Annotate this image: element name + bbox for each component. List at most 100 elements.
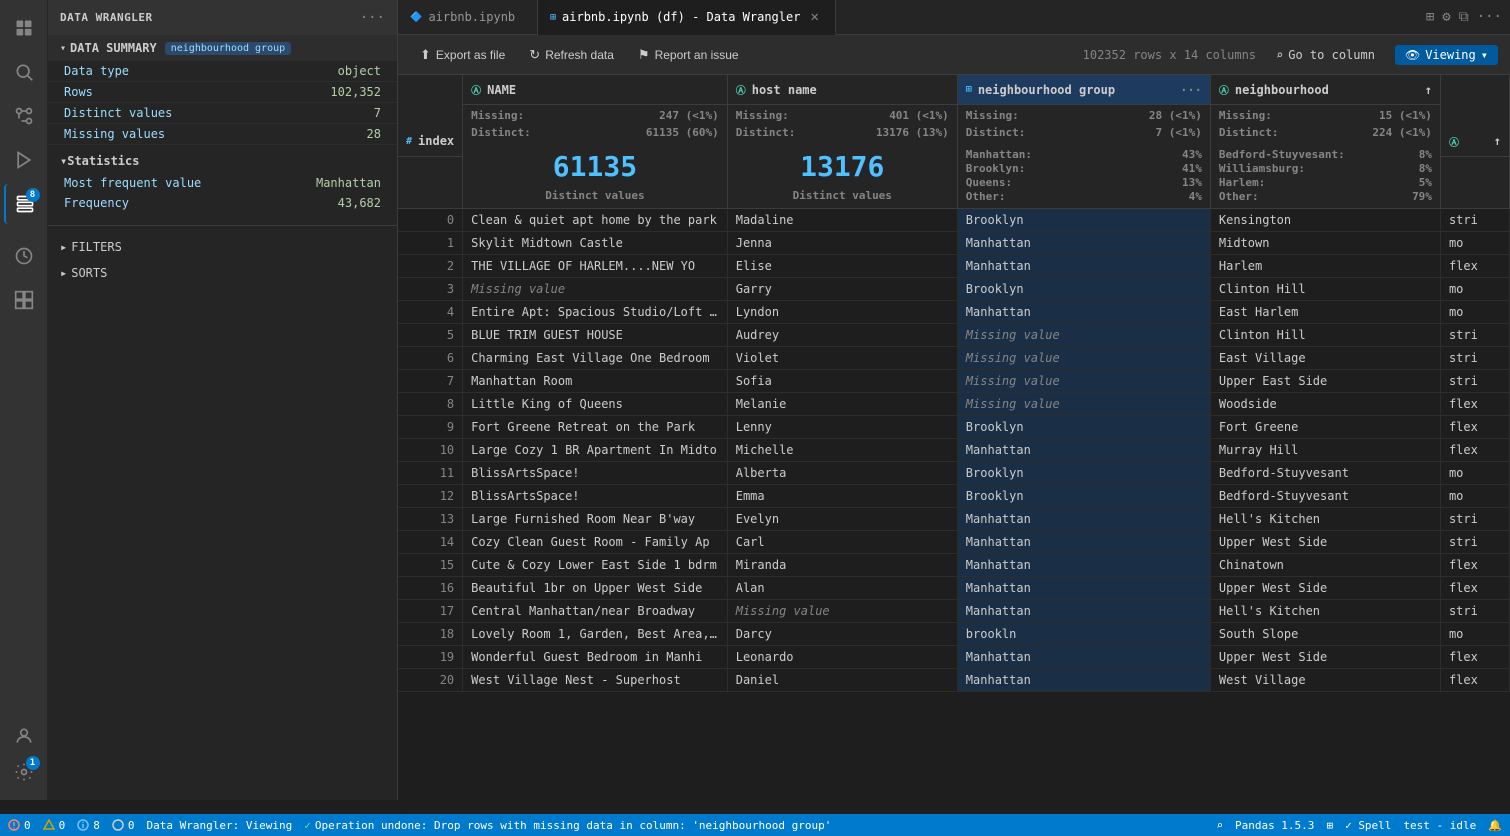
table-row[interactable]: 7Manhattan RoomSofiaMissing valueUpper E… [398, 370, 1510, 393]
name-distinct-val: 61135 (60%) [646, 125, 719, 142]
col-header-name[interactable]: Ⓐ NAME Missing: 247 (<1%) Distinct: 6113… [463, 75, 728, 209]
table-row[interactable]: 18Lovely Room 1, Garden, Best Area, LDar… [398, 623, 1510, 646]
cell-extra: mo [1440, 623, 1509, 646]
export-button[interactable]: ⬆ Export as file [410, 43, 515, 67]
most-freq-row: Most frequent value Manhattan [48, 173, 397, 193]
col-type-name-icon: Ⓐ [471, 82, 481, 97]
goto-col-button[interactable]: ⌕ Go to column [1268, 45, 1383, 65]
cell-ng: Manhattan [957, 600, 1210, 623]
status-no-tests[interactable]: 0 [112, 819, 135, 832]
table-row[interactable]: 0Clean & quiet apt home by the parkMadal… [398, 209, 1510, 232]
toolbar-right: 102352 rows x 14 columns ⌕ Go to column … [1083, 45, 1498, 65]
spell-status[interactable]: ✓ Spell [1345, 819, 1391, 832]
missing-val: 28 [367, 127, 381, 141]
sorts-collapse[interactable]: ▸ SORTS [60, 262, 385, 284]
table-row[interactable]: 13Large Furnished Room Near B'wayEvelynM… [398, 508, 1510, 531]
tab-close-btn[interactable]: ✕ [806, 7, 822, 27]
status-info[interactable]: 8 [77, 819, 100, 832]
cell-name: Little King of Queens [463, 393, 728, 416]
table-row[interactable]: 1Skylit Midtown CastleJennaManhattanMidt… [398, 232, 1510, 255]
report-label: Report an issue [655, 48, 739, 62]
check-icon: ✓ [304, 819, 311, 832]
cell-ng: brookln [957, 623, 1210, 646]
table-row[interactable]: 3Missing valueGarryBrooklynClinton Hillm… [398, 278, 1510, 301]
table-row[interactable]: 10Large Cozy 1 BR Apartment In MidtoMich… [398, 439, 1510, 462]
cell-extra: flex [1440, 416, 1509, 439]
col-bignum-host: 13176 [728, 144, 957, 189]
cell-extra: stri [1440, 600, 1509, 623]
cell-index: 6 [398, 347, 463, 370]
tab-airbnb-df[interactable]: ⊞ airbnb.ipynb (df) - Data Wrangler ✕ [538, 0, 836, 35]
search-status-icon[interactable]: ⌕ [1216, 819, 1223, 832]
cell-ng: Manhattan [957, 577, 1210, 600]
cell-host: Audrey [727, 324, 957, 347]
export-label: Export as file [436, 48, 505, 62]
col-header-index[interactable]: # index [398, 75, 463, 209]
tab-bar-more-icon[interactable]: ··· [1477, 9, 1502, 25]
table-row[interactable]: 8Little King of QueensMelanieMissing val… [398, 393, 1510, 416]
table-row[interactable]: 2THE VILLAGE OF HARLEM....NEW YOEliseMan… [398, 255, 1510, 278]
table-icon-status[interactable]: ⊞ [1326, 819, 1333, 832]
refresh-label: Refresh data [545, 48, 614, 62]
data-summary-section[interactable]: ▾ DATA SUMMARY neighbourhood group [48, 35, 397, 61]
table-row[interactable]: 16Beautiful 1br on Upper West SideAlanMa… [398, 577, 1510, 600]
col-header-nb[interactable]: Ⓐ neighbourhood ↑ Missing: 15 (<1%) Dist… [1210, 75, 1440, 209]
cell-ng: Manhattan [957, 508, 1210, 531]
table-row[interactable]: 6Charming East Village One BedroomViolet… [398, 347, 1510, 370]
filters-collapse[interactable]: ▸ FILTERS [60, 236, 385, 258]
col-header-extra[interactable]: Ⓐ ↑ [1440, 75, 1509, 209]
viewing-button[interactable]: 👁 Viewing ▾ [1395, 45, 1498, 65]
tab-bar-grid-icon[interactable]: ⊞ [1426, 9, 1434, 25]
cell-nb: Bedford-Stuyvesant [1210, 485, 1440, 508]
table-row[interactable]: 17Central Manhattan/near BroadwayMissing… [398, 600, 1510, 623]
table-row[interactable]: 12BlissArtsSpace!EmmaBrooklynBedford-Stu… [398, 485, 1510, 508]
col-header-ng[interactable]: ⊞ neighbourhood group ··· Missing: 28 (<… [957, 75, 1210, 209]
activity-settings[interactable]: 1 [4, 752, 44, 792]
cell-ng: Manhattan [957, 531, 1210, 554]
status-errors[interactable]: 0 [8, 819, 31, 832]
cell-nb: Kensington [1210, 209, 1440, 232]
cell-ng: Missing value [957, 347, 1210, 370]
refresh-button[interactable]: ↻ Refresh data [519, 43, 624, 67]
table-row[interactable]: 14Cozy Clean Guest Room - Family ApCarlM… [398, 531, 1510, 554]
table-row[interactable]: 5BLUE TRIM GUEST HOUSEAudreyMissing valu… [398, 324, 1510, 347]
tab-bar-layout-icon[interactable]: ⧉ [1459, 9, 1469, 25]
nb-scroll-icon: ↑ [1425, 83, 1432, 97]
col-type-ng-icon: ⊞ [966, 84, 972, 95]
cell-index: 15 [398, 554, 463, 577]
report-button[interactable]: ⚑ Report an issue [628, 43, 749, 67]
cell-index: 0 [398, 209, 463, 232]
tab-bar-settings-icon[interactable]: ⚙ [1442, 9, 1450, 25]
cell-host: Leonardo [727, 646, 957, 669]
table-row[interactable]: 20West Village Nest - SuperhostDanielMan… [398, 669, 1510, 692]
stats-arrow: ▾ [60, 154, 67, 168]
cell-host: Carl [727, 531, 957, 554]
cell-host: Madaline [727, 209, 957, 232]
activity-run[interactable] [4, 140, 44, 180]
bell-icon[interactable]: 🔔 [1488, 819, 1502, 832]
activity-search[interactable] [4, 52, 44, 92]
data-table-container[interactable]: # index Ⓐ NAME Missing: 24 [398, 75, 1510, 836]
activity-history[interactable] [4, 236, 44, 276]
col-options-ng[interactable]: ··· [1180, 83, 1202, 97]
activity-extensions[interactable] [4, 280, 44, 320]
nb-dist-bedford-pct: 8% [1419, 148, 1432, 161]
tab-airbnb-ipynb[interactable]: 🔷 airbnb.ipynb [398, 0, 538, 34]
search-icon: ⌕ [1276, 48, 1283, 62]
table-row[interactable]: 9Fort Greene Retreat on the ParkLennyBro… [398, 416, 1510, 439]
cell-ng: Manhattan [957, 301, 1210, 324]
activity-data-wrangler[interactable]: 8 [4, 184, 44, 224]
status-warnings[interactable]: 0 [43, 819, 66, 832]
activity-source-control[interactable] [4, 96, 44, 136]
statistics-header[interactable]: ▾ Statistics [48, 149, 397, 173]
table-row[interactable]: 4Entire Apt: Spacious Studio/Loft by cLy… [398, 301, 1510, 324]
activity-explorer[interactable] [4, 8, 44, 48]
col-header-host[interactable]: Ⓐ host name Missing: 401 (<1%) Distinct:… [727, 75, 957, 209]
table-row[interactable]: 19Wonderful Guest Bedroom in ManhiLeonar… [398, 646, 1510, 669]
table-row[interactable]: 11BlissArtsSpace!AlbertaBrooklynBedford-… [398, 462, 1510, 485]
side-panel-header: DATA WRANGLER ··· [48, 0, 397, 35]
table-row[interactable]: 15Cute & Cozy Lower East Side 1 bdrmMira… [398, 554, 1510, 577]
side-panel-more[interactable]: ··· [360, 10, 385, 26]
missing-row: Missing values 28 [48, 124, 397, 145]
activity-account[interactable] [4, 716, 44, 756]
